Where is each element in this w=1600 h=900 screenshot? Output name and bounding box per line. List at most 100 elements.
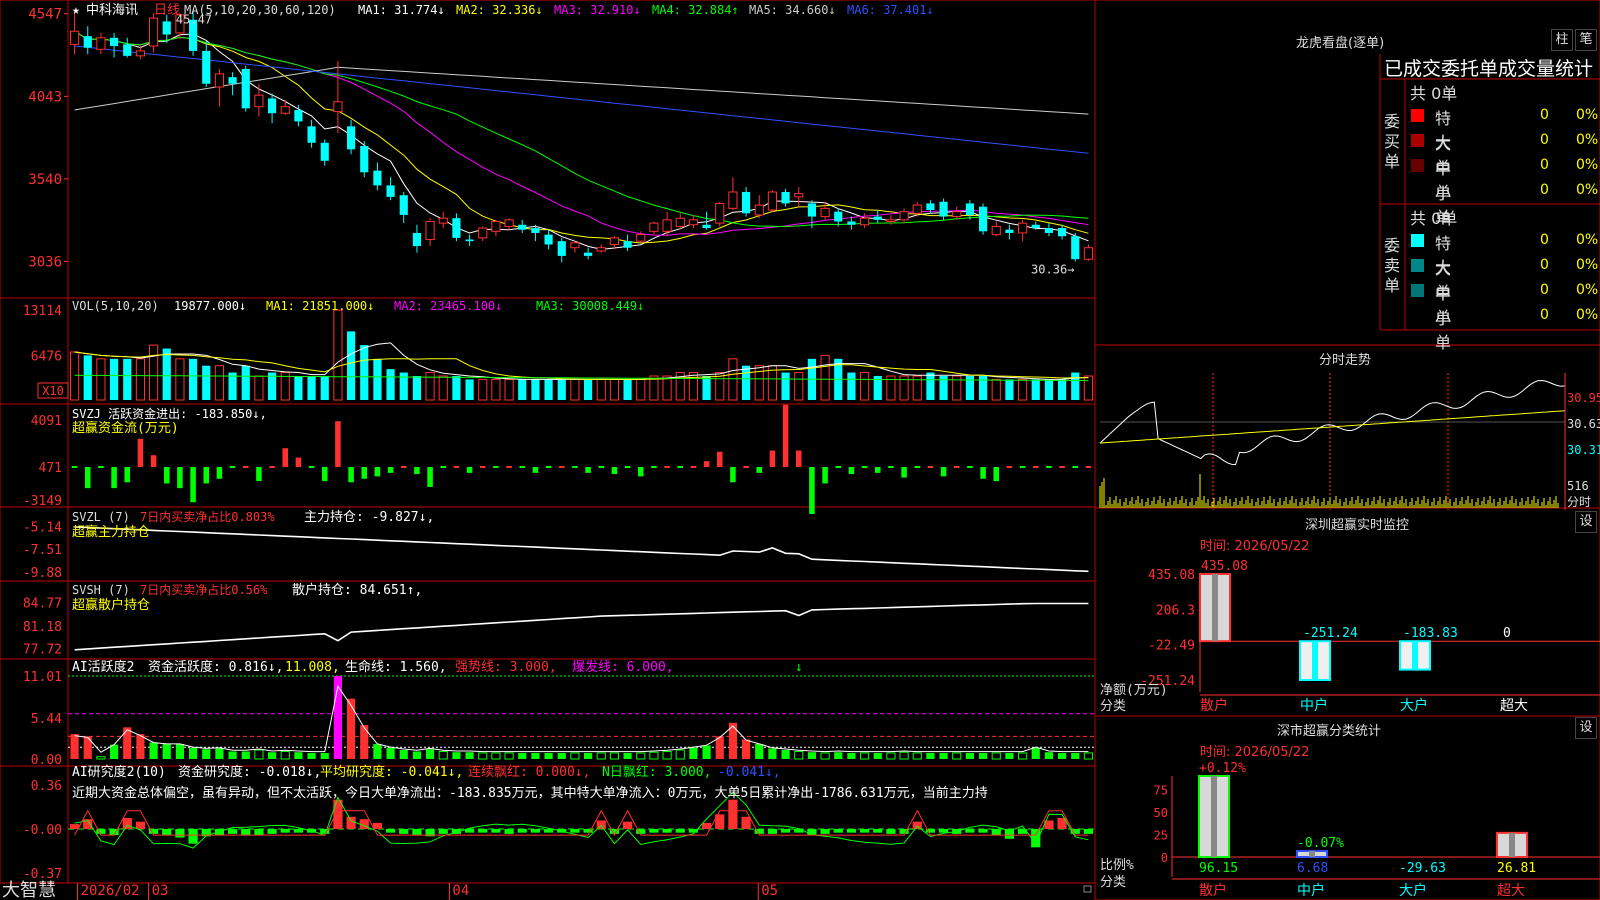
monitor-category-label: 大户 — [1400, 697, 1428, 714]
ai-active-bar — [215, 748, 224, 759]
svzj-bar — [387, 467, 394, 473]
tick-view-button[interactable]: 笔 — [1575, 29, 1597, 51]
svzj-bar — [295, 457, 302, 467]
vol-label: VOL(5,10,20) — [72, 299, 159, 313]
ai-research-bar — [227, 829, 238, 834]
candle — [149, 17, 159, 47]
intraday-title: 分时走势 — [1319, 353, 1372, 368]
sell-row-percent: 0% — [1576, 307, 1599, 323]
volume-bar — [123, 358, 132, 400]
volume-bar — [991, 378, 1001, 401]
ai-active-bar — [491, 752, 501, 760]
sell-row-percent: 0% — [1576, 257, 1599, 273]
ai-research-bar — [820, 829, 830, 834]
category-settings-button[interactable]: 设 — [1575, 717, 1597, 739]
volume-bar — [228, 372, 237, 400]
ai-active-bar — [1044, 752, 1053, 759]
candle — [767, 191, 777, 211]
price-tick-label: 3540 — [28, 172, 62, 188]
candle — [70, 30, 80, 45]
ai-active-bar — [781, 749, 790, 759]
svzj-bar — [190, 467, 196, 503]
chart-canvas[interactable]: 454740433540303645.4730.36→★ 中科海讯 日线 MA(5,1… — [0, 0, 1600, 900]
candle — [1044, 228, 1053, 233]
consecutive-red-value: 连续飘红: 0.000↓, — [468, 764, 590, 780]
svzl-line — [74, 526, 1089, 573]
ai-research-bar — [162, 829, 172, 836]
volume-stats-title: 已成交委托单成交量统计 — [1384, 58, 1594, 80]
ai-active-bar — [636, 752, 646, 760]
svzj-bar — [361, 467, 368, 479]
svzj-bar — [730, 467, 736, 483]
svzj-zero-mark — [1006, 466, 1013, 468]
ai-active-bar — [438, 750, 448, 760]
bar-view-button[interactable]: 柱 — [1551, 29, 1573, 51]
candle — [360, 146, 369, 173]
ai-active-bar — [531, 752, 540, 759]
sell-side-label: 委卖单 — [1384, 236, 1401, 295]
svzj-zero-mark — [493, 466, 499, 468]
candle — [1058, 228, 1067, 237]
svzj-zero-mark — [98, 466, 104, 468]
candle — [1083, 247, 1093, 260]
svzj-bar — [611, 467, 618, 475]
volume-bar — [294, 375, 303, 400]
monitor-bar-value: 0 — [1503, 626, 1511, 641]
monitor-settings-button[interactable]: 设 — [1575, 511, 1597, 533]
svzj-bar — [466, 467, 473, 473]
ai-research-bar — [767, 829, 778, 834]
svzj-zero-mark — [242, 466, 249, 468]
ai-active-bar — [755, 743, 764, 759]
ai-research-bar — [570, 829, 580, 833]
candle — [518, 224, 527, 230]
ai-active-bar — [189, 747, 198, 759]
strong-line-label: 强势线: 3.000, — [455, 659, 557, 675]
svzj-bar — [163, 467, 170, 484]
candle — [83, 36, 92, 48]
volume-bar — [1044, 379, 1053, 400]
ai-active-bar — [149, 742, 158, 759]
ai-active-bar — [136, 734, 145, 759]
svzj-bar — [795, 450, 802, 467]
candle — [860, 217, 870, 226]
ma-line-5 — [74, 66, 1089, 115]
category-caption: 分类 — [1100, 875, 1126, 890]
svzj-bar — [848, 467, 855, 475]
right-intraday-frame — [1094, 344, 1600, 509]
ai-research-tick-label: -0.00 — [23, 823, 62, 838]
sell-row-swatch — [1411, 234, 1424, 247]
life-line-label: 生命线: 1.560, — [345, 659, 447, 675]
svzj-bar — [703, 461, 710, 467]
ai-research-bar — [965, 829, 975, 833]
vol-tick-label: 6476 — [31, 350, 62, 365]
candle — [991, 225, 1001, 236]
ai-active-bar — [373, 743, 382, 759]
category-bar-change: +0.12% — [1199, 761, 1246, 776]
ai-active-bar — [1005, 752, 1014, 759]
ai-active-bar — [991, 752, 1001, 760]
svzj-label: SVZJ 活跃资金进出: -183.850↓, — [72, 406, 267, 421]
ai-active-bar — [452, 752, 461, 759]
intraday-tick-label: 30.95 — [1567, 391, 1600, 405]
ai-active-bar — [926, 752, 935, 759]
monitor-tick-label: -22.49 — [1148, 639, 1195, 654]
svzj-zero-mark — [479, 466, 486, 468]
candle — [135, 50, 145, 57]
ai-active-bar — [584, 752, 593, 759]
buy-row-swatch — [1411, 109, 1424, 122]
candle — [912, 204, 922, 214]
buy-total: 共 0单 — [1410, 84, 1458, 103]
svzj-bar — [177, 467, 183, 489]
volume-bar — [465, 379, 474, 400]
monitor-bar-highlight — [1212, 574, 1218, 642]
ai-research-tick-label: 0.36 — [31, 779, 62, 794]
volume-bar — [742, 365, 751, 400]
svzj-zero-mark — [572, 466, 578, 468]
svzj-bar — [585, 467, 591, 473]
candle — [202, 50, 211, 84]
ai-research-comment: 近期大资金总体偏空，虽有异动，但不太活跃，今日大单净流出：-183.835万元，… — [72, 785, 988, 801]
svzj-bar — [427, 467, 433, 487]
price-tick-label: 4547 — [28, 7, 62, 23]
panel-title: 龙虎看盘(逐单) — [1296, 36, 1385, 51]
monitor-category-label: 散户 — [1200, 697, 1228, 714]
